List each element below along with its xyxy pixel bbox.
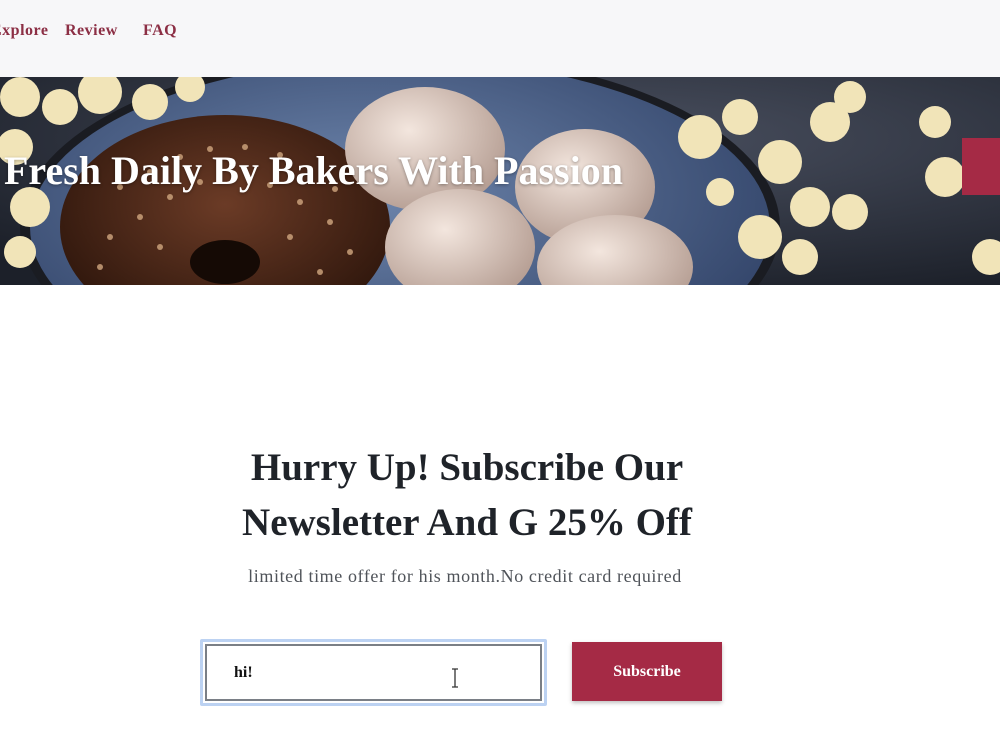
hero-side-tab[interactable] bbox=[962, 138, 1000, 195]
newsletter-heading-line1: Hurry Up! Subscribe Our bbox=[250, 446, 684, 489]
nav-link-explore[interactable]: Explore bbox=[0, 22, 48, 40]
top-navbar: Explore Review FAQ bbox=[0, 0, 1000, 77]
newsletter-heading-line2: Newsletter And G 25% Off bbox=[242, 501, 692, 544]
subscribe-button[interactable]: Subscribe bbox=[572, 642, 722, 701]
newsletter-subtitle: limited time offer for his month.No cred… bbox=[248, 566, 682, 586]
email-input[interactable] bbox=[205, 644, 542, 701]
hero-banner: Fresh Daily By Bakers With Passion bbox=[0, 77, 1000, 285]
email-field-container bbox=[200, 639, 547, 706]
text-cursor-icon bbox=[452, 668, 458, 688]
nav-link-faq[interactable]: FAQ bbox=[143, 22, 177, 40]
nav-link-review[interactable]: Review bbox=[65, 22, 118, 40]
newsletter-heading: Hurry Up! Subscribe Our Newsletter And G… bbox=[0, 440, 934, 550]
hero-title: Fresh Daily By Bakers With Passion bbox=[4, 148, 623, 193]
